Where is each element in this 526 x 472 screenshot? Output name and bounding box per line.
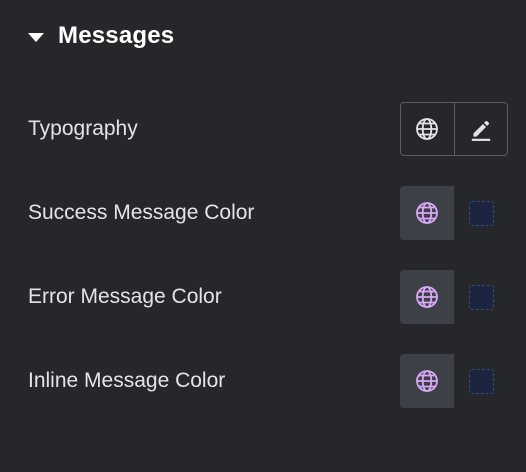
globe-icon [415, 285, 439, 309]
success-color-picker[interactable] [454, 186, 508, 240]
error-global-color-button[interactable] [400, 270, 454, 324]
success-color-controls [400, 186, 508, 240]
row-label-error-message-color: Error Message Color [28, 285, 222, 308]
messages-panel: Messages Typography Success Message Colo… [0, 0, 526, 472]
row-typography: Typography [0, 102, 526, 156]
inline-color-picker[interactable] [454, 354, 508, 408]
typography-global-button[interactable] [401, 103, 454, 155]
row-label-typography: Typography [28, 117, 138, 140]
pencil-icon [468, 116, 494, 142]
success-global-color-button[interactable] [400, 186, 454, 240]
globe-icon [415, 117, 439, 141]
row-success-message-color: Success Message Color [0, 186, 526, 240]
inline-color-controls [400, 354, 508, 408]
color-swatch [468, 284, 494, 310]
color-swatch [468, 368, 494, 394]
globe-icon [415, 369, 439, 393]
typography-edit-button[interactable] [453, 103, 508, 155]
row-label-success-message-color: Success Message Color [28, 201, 255, 224]
row-label-inline-message-color: Inline Message Color [28, 369, 226, 392]
inline-global-color-button[interactable] [400, 354, 454, 408]
globe-icon [415, 201, 439, 225]
error-color-picker[interactable] [454, 270, 508, 324]
color-swatch [468, 200, 494, 226]
row-inline-message-color: Inline Message Color [0, 354, 526, 408]
row-error-message-color: Error Message Color [0, 270, 526, 324]
section-header-messages[interactable]: Messages [28, 18, 174, 54]
error-color-controls [400, 270, 508, 324]
caret-down-icon[interactable] [28, 32, 44, 42]
section-title: Messages [58, 22, 175, 49]
typography-controls [400, 102, 508, 156]
